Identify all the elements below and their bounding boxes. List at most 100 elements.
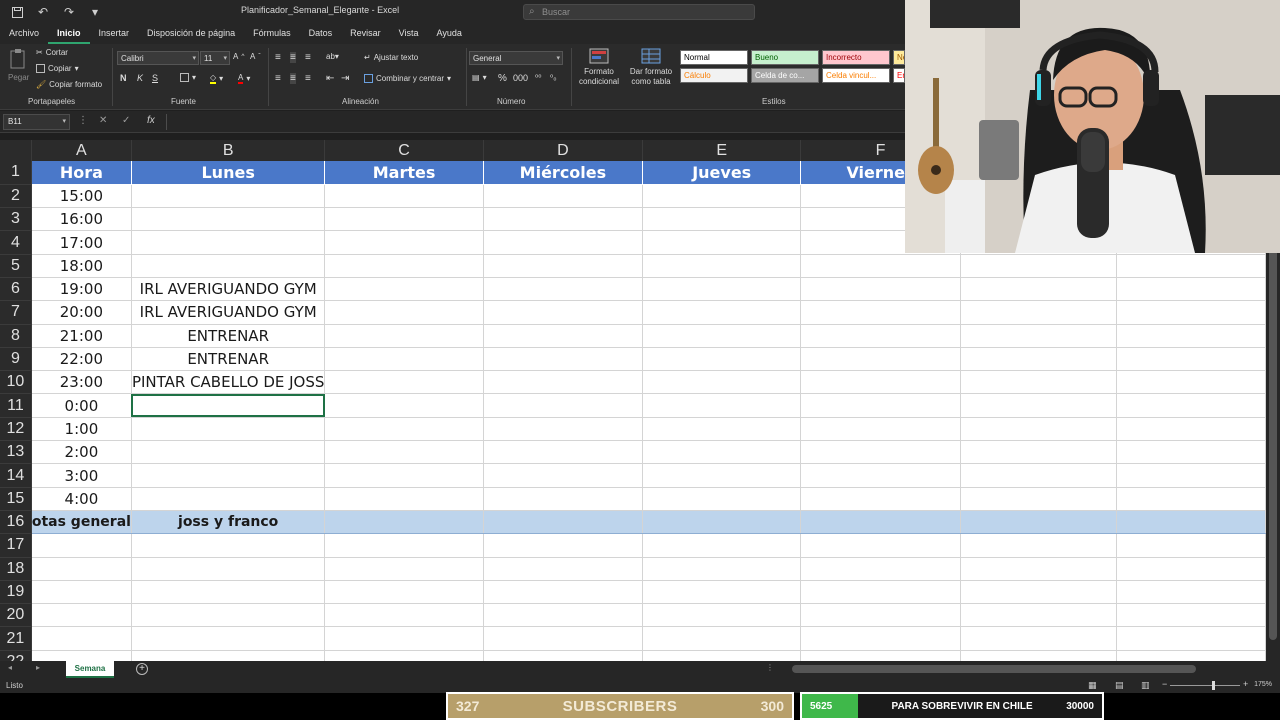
cell-empty[interactable] xyxy=(642,347,802,372)
cell-lunes[interactable]: ENTRENAR xyxy=(131,324,326,348)
cell-empty[interactable] xyxy=(642,487,802,511)
align-bottom-button[interactable]: ≡ xyxy=(305,52,311,63)
align-left-button[interactable]: ≡ xyxy=(275,73,281,84)
sheet-tab-semana[interactable]: Semana xyxy=(66,661,114,678)
align-top-button[interactable]: ≡ xyxy=(275,52,281,63)
cell-hora[interactable]: 18:00 xyxy=(31,254,132,278)
borders-button[interactable]: ▾ xyxy=(180,73,196,82)
cell-empty[interactable] xyxy=(483,347,644,372)
format-painter-button[interactable]: 🖌 Copiar formato xyxy=(36,80,102,89)
cell-empty[interactable] xyxy=(800,324,961,348)
cell-empty[interactable] xyxy=(324,230,484,255)
align-center-button[interactable]: ≡ xyxy=(290,73,296,84)
cell-lunes[interactable] xyxy=(131,463,326,488)
row-number[interactable]: 19 xyxy=(0,580,32,605)
row-number[interactable]: 4 xyxy=(0,230,32,255)
cell-empty[interactable] xyxy=(800,557,961,581)
header-cell-hora[interactable]: Hora xyxy=(31,161,132,185)
save-icon[interactable] xyxy=(8,3,26,21)
cell-empty[interactable] xyxy=(324,557,484,581)
cell-empty[interactable] xyxy=(31,626,132,651)
cell-hora[interactable]: 4:00 xyxy=(31,487,132,511)
cell-empty[interactable] xyxy=(324,650,484,661)
cell-empty[interactable] xyxy=(800,370,961,395)
increase-indent-button[interactable]: ⇥ xyxy=(341,73,349,84)
header-cell-jueves[interactable]: Jueves xyxy=(642,161,802,185)
cell-empty[interactable] xyxy=(642,626,802,651)
cell-empty[interactable] xyxy=(1116,300,1266,325)
cell-lunes[interactable] xyxy=(131,417,326,442)
cell-empty[interactable] xyxy=(324,300,484,325)
normal-view-icon[interactable]: ▦ xyxy=(1088,680,1097,691)
cell-empty[interactable] xyxy=(324,626,484,651)
notes-empty-cell[interactable] xyxy=(324,509,484,535)
undo-icon[interactable]: ↶ xyxy=(34,3,52,21)
cell-empty[interactable] xyxy=(324,207,484,232)
scroll-left-icon[interactable]: ◂ xyxy=(8,663,12,672)
tab-disposicion[interactable]: Disposición de página xyxy=(138,24,244,44)
zoom-slider-thumb[interactable] xyxy=(1212,681,1215,690)
cell-empty[interactable] xyxy=(800,650,961,661)
cell-empty[interactable] xyxy=(324,370,484,395)
cell-empty[interactable] xyxy=(483,184,644,209)
redo-icon[interactable]: ↷ xyxy=(60,3,78,21)
style-celda-comprobacion[interactable]: Celda de co... xyxy=(751,68,819,83)
cell-empty[interactable] xyxy=(800,254,961,278)
cell-empty[interactable] xyxy=(131,626,326,651)
cell-empty[interactable] xyxy=(1116,277,1266,302)
cell-empty[interactable] xyxy=(483,626,644,651)
zoom-in-icon[interactable]: + xyxy=(1243,679,1248,689)
insert-function-icon[interactable]: fx xyxy=(147,115,155,126)
row-number[interactable]: 18 xyxy=(0,557,32,581)
cell-empty[interactable] xyxy=(960,324,1117,348)
cell-empty[interactable] xyxy=(960,533,1117,558)
cell-lunes[interactable] xyxy=(131,440,326,465)
cell-empty[interactable] xyxy=(642,324,802,348)
column-header-a[interactable]: A xyxy=(31,140,132,161)
notes-empty-cell[interactable] xyxy=(800,509,961,535)
cell-empty[interactable] xyxy=(483,650,644,661)
cell-hora[interactable]: 21:00 xyxy=(31,324,132,348)
font-size-select[interactable]: 11 ▾ xyxy=(200,51,230,65)
cell-empty[interactable] xyxy=(483,207,644,232)
cell-lunes[interactable] xyxy=(131,230,326,255)
scroll-right-icon[interactable]: ▸ xyxy=(36,663,40,672)
cell-empty[interactable] xyxy=(31,533,132,558)
cell-empty[interactable] xyxy=(1116,417,1266,442)
cell-hora[interactable]: 19:00 xyxy=(31,277,132,302)
cell-empty[interactable] xyxy=(324,324,484,348)
cell-empty[interactable] xyxy=(324,347,484,372)
notes-empty-cell[interactable] xyxy=(483,509,644,535)
cell-empty[interactable] xyxy=(1116,487,1266,511)
cell-empty[interactable] xyxy=(800,580,961,605)
row-number[interactable]: 13 xyxy=(0,440,32,465)
cell-lunes[interactable]: PINTAR CABELLO DE JOSS xyxy=(131,370,326,395)
cell-lunes[interactable] xyxy=(131,207,326,232)
row-number[interactable]: 14 xyxy=(0,463,32,488)
cell-hora[interactable]: 2:00 xyxy=(31,440,132,465)
row-number[interactable]: 5 xyxy=(0,254,32,278)
cell-empty[interactable] xyxy=(960,650,1117,661)
font-color-button[interactable]: A ▾ xyxy=(238,73,250,84)
cell-empty[interactable] xyxy=(642,603,802,628)
page-break-icon[interactable]: ▥ xyxy=(1141,680,1150,691)
name-box[interactable]: B11 ▾ xyxy=(3,114,70,130)
cell-empty[interactable] xyxy=(483,603,644,628)
cell-empty[interactable] xyxy=(324,580,484,605)
cell-hora[interactable]: 1:00 xyxy=(31,417,132,442)
number-format-select[interactable]: General ▾ xyxy=(469,51,563,65)
cell-hora[interactable]: 20:00 xyxy=(31,300,132,325)
cell-empty[interactable] xyxy=(131,557,326,581)
cell-lunes[interactable] xyxy=(131,393,326,418)
row-number[interactable]: 22 xyxy=(0,650,32,661)
page-layout-icon[interactable]: ▤ xyxy=(1115,680,1124,691)
grow-font-button[interactable]: A ^ xyxy=(233,52,244,61)
cell-empty[interactable] xyxy=(483,324,644,348)
cell-lunes[interactable]: IRL AVERIGUANDO GYM xyxy=(131,277,326,302)
add-sheet-icon[interactable]: + xyxy=(136,663,148,675)
cell-empty[interactable] xyxy=(642,184,802,209)
cell-empty[interactable] xyxy=(1116,393,1266,418)
cell-hora[interactable]: 22:00 xyxy=(31,347,132,372)
column-header-c[interactable]: C xyxy=(324,140,484,161)
cell-empty[interactable] xyxy=(642,277,802,302)
